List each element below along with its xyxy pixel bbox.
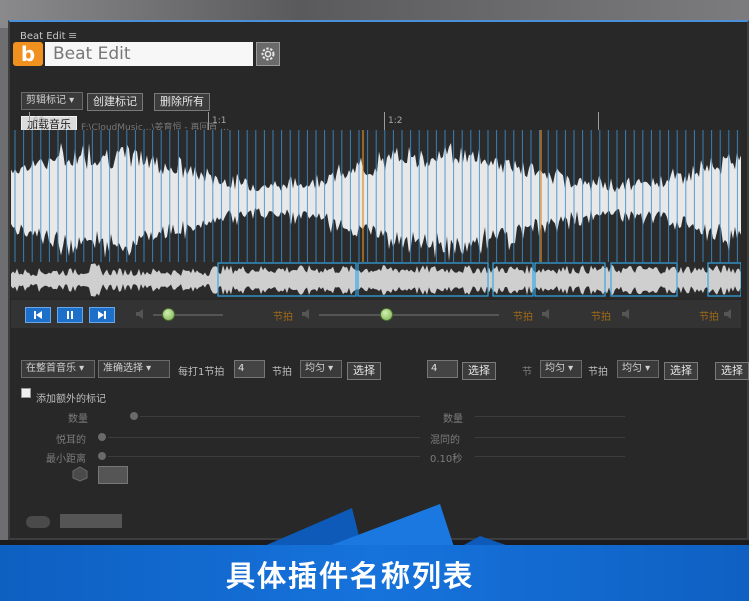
- min-distance-slider-track[interactable]: [108, 456, 420, 457]
- pause-icon[interactable]: [57, 307, 83, 323]
- volume-slider-track[interactable]: [319, 314, 499, 316]
- plugin-title: Beat Edit: [45, 42, 253, 66]
- transport-bar: 节拍 节拍 节拍 节拍: [11, 300, 741, 328]
- speaker-icon[interactable]: [301, 308, 315, 320]
- choose-button[interactable]: 选择: [347, 362, 381, 380]
- beat-heard-slider-track[interactable]: [108, 437, 420, 438]
- choose-button[interactable]: 选择: [664, 362, 698, 380]
- mix-slider-track[interactable]: [475, 437, 625, 438]
- gear-icon[interactable]: [256, 42, 280, 66]
- beat-heard-label: 悦耳的: [56, 435, 86, 446]
- beat-label-faint: 节: [522, 367, 532, 378]
- beat-label: 节拍: [513, 312, 533, 323]
- add-extra-markers-checkbox[interactable]: [21, 388, 31, 398]
- beat-count-input[interactable]: 4: [234, 360, 265, 378]
- speaker-icon[interactable]: [621, 308, 635, 320]
- waveform-overview-graphic: [11, 262, 741, 297]
- scope-dropdown[interactable]: 在整首音乐 ▾: [21, 360, 95, 378]
- mode-dropdown[interactable]: 均匀 ▾: [300, 360, 342, 378]
- min-distance-slider-track[interactable]: [475, 456, 625, 457]
- mode-dropdown[interactable]: 均匀 ▾: [617, 360, 659, 378]
- mix-label: 混同的: [430, 435, 460, 446]
- speaker-icon[interactable]: [541, 308, 555, 320]
- beat-label: 节拍: [273, 312, 293, 323]
- timeline-tick: [598, 112, 599, 130]
- timeline-ruler[interactable]: 60 1:1 1:2: [11, 112, 741, 130]
- count-slider-track[interactable]: [475, 416, 625, 417]
- choose-button[interactable]: 选择: [715, 362, 749, 380]
- create-marker-button[interactable]: 创建标记: [87, 93, 143, 111]
- precision-dropdown[interactable]: 准确选择 ▾: [98, 360, 170, 378]
- min-distance-label: 最小距离: [46, 454, 86, 465]
- color-swatch[interactable]: [98, 466, 128, 484]
- count-label: 数量: [68, 414, 88, 425]
- count-label: 数量: [443, 414, 463, 425]
- timeline-tick-label: 60: [33, 116, 45, 126]
- skip-forward-icon[interactable]: [89, 307, 115, 323]
- timeline-tick: [29, 112, 30, 130]
- skip-back-icon[interactable]: [25, 307, 51, 323]
- beat-edit-logo: b: [13, 42, 43, 66]
- beat-heard-slider-knob[interactable]: [98, 433, 106, 441]
- hamburger-icon[interactable]: ≡: [68, 29, 77, 42]
- timeline-tick: [384, 112, 385, 130]
- waveform-main[interactable]: [11, 130, 741, 262]
- marker-type-dropdown[interactable]: 剪辑标记 ▾: [21, 92, 83, 110]
- beat-count-input[interactable]: 4: [427, 360, 458, 378]
- volume-slider-knob[interactable]: [162, 308, 175, 321]
- beat-label: 节拍: [272, 367, 292, 378]
- beat-label: 节拍: [591, 312, 611, 323]
- timeline-tick: [208, 112, 209, 130]
- volume-slider-knob[interactable]: [380, 308, 393, 321]
- delete-all-button[interactable]: 删除所有: [154, 93, 210, 111]
- beat-label: 节拍: [588, 367, 608, 378]
- timeline-tick-label: 1:2: [388, 116, 403, 126]
- waveform-graphic: [11, 130, 741, 262]
- banner-title: 具体插件名称列表: [225, 559, 474, 593]
- speaker-icon[interactable]: [723, 308, 737, 320]
- min-distance-value: 0.10秒: [430, 454, 463, 465]
- add-extra-markers-label: 添加额外的标记: [36, 394, 106, 405]
- every-label: 每打1节拍: [178, 367, 225, 378]
- overview-waveform-shape: [11, 263, 741, 297]
- waveform-overview[interactable]: [11, 262, 741, 298]
- timeline-tick-label: 1:1: [212, 116, 227, 126]
- count-slider-knob[interactable]: [130, 412, 138, 420]
- mode-dropdown[interactable]: 均匀 ▾: [540, 360, 582, 378]
- min-distance-slider-knob[interactable]: [98, 452, 106, 460]
- beat-label: 节拍: [699, 312, 719, 323]
- panel-title: Beat Edit: [20, 31, 66, 42]
- speaker-icon[interactable]: [135, 308, 149, 320]
- count-slider-track[interactable]: [140, 416, 420, 417]
- cube-icon[interactable]: [72, 466, 88, 482]
- choose-button[interactable]: 选择: [462, 362, 496, 380]
